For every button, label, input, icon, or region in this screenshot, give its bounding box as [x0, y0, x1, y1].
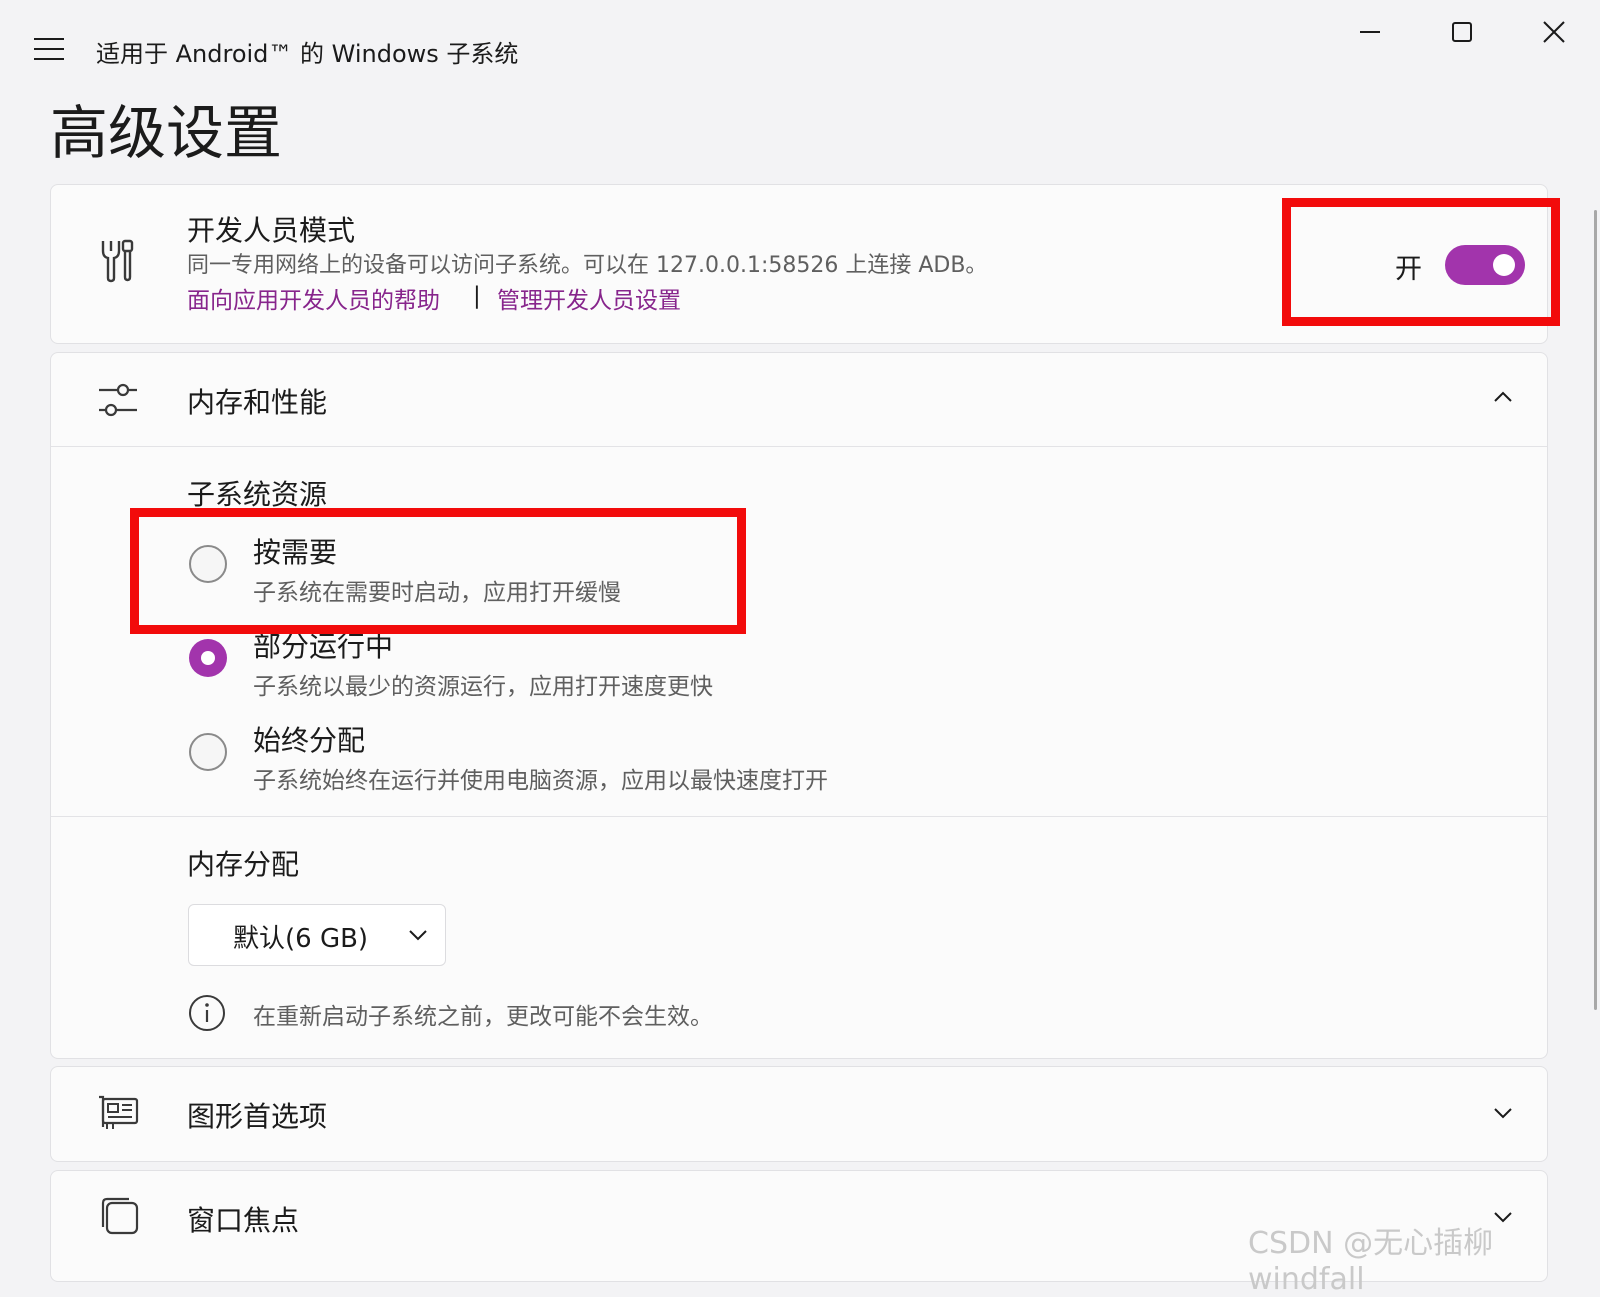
graphics-preferences-card[interactable]: 图形首选项 [50, 1066, 1548, 1162]
subsystem-resources-heading: 子系统资源 [187, 478, 328, 511]
app-title: 适用于 Android™ 的 Windows 子系统 [96, 40, 519, 68]
chevron-down-icon [1491, 1103, 1515, 1127]
close-icon [1543, 21, 1565, 43]
gpu-card-icon [97, 1093, 141, 1137]
option-always-allocated-description: 子系统始终在运行并使用电脑资源，应用以最快速度打开 [253, 768, 828, 794]
section-divider [51, 446, 1547, 447]
link-separator: | [473, 283, 481, 309]
option-partially-running-description: 子系统以最少的资源运行，应用打开速度更快 [253, 674, 713, 700]
chevron-down-icon [407, 927, 429, 947]
highlight-box-toggle [1282, 198, 1560, 326]
manage-developer-settings-link[interactable]: 管理开发人员设置 [497, 281, 681, 315]
graphics-preferences-title: 图形首选项 [187, 1100, 328, 1133]
developer-help-link[interactable]: 面向应用开发人员的帮助 [187, 281, 440, 315]
page-title: 高级设置 [50, 99, 283, 167]
developer-mode-title: 开发人员模式 [187, 214, 356, 247]
windows-stack-icon [97, 1195, 141, 1243]
title-bar: 适用于 Android™ 的 Windows 子系统 [0, 0, 1600, 96]
info-icon [187, 993, 227, 1037]
memory-allocation-value: 默认(6 GB) [233, 924, 369, 954]
option-always-allocated-title: 始终分配 [253, 724, 366, 757]
chevron-up-icon[interactable] [1491, 387, 1515, 411]
memory-allocation-heading: 内存分配 [187, 848, 300, 881]
window-focus-title: 窗口焦点 [187, 1204, 300, 1237]
memory-allocation-dropdown[interactable]: 默认(6 GB) [188, 904, 446, 966]
sliders-icon [97, 381, 139, 425]
highlight-box-on-demand [130, 508, 746, 634]
maximize-icon [1452, 22, 1472, 42]
maximize-button[interactable] [1438, 16, 1484, 56]
developer-mode-description: 同一专用网络上的设备可以访问子系统。可以在 127.0.0.1:58526 上连… [187, 253, 988, 278]
minimize-icon [1360, 31, 1380, 33]
radio-always-allocated[interactable] [189, 733, 227, 771]
radio-partially-running[interactable] [189, 639, 227, 677]
restart-info-text: 在重新启动子系统之前，更改可能不会生效。 [253, 1004, 713, 1030]
watermark-text: CSDN @无心插柳windfall [1248, 1226, 1494, 1297]
hamburger-icon[interactable] [34, 38, 66, 62]
close-button[interactable] [1530, 16, 1576, 56]
section-divider [51, 816, 1547, 817]
tools-icon [97, 237, 137, 287]
scrollbar[interactable] [1594, 210, 1597, 1010]
memory-performance-title: 内存和性能 [187, 386, 328, 419]
minimize-button[interactable] [1346, 16, 1392, 56]
